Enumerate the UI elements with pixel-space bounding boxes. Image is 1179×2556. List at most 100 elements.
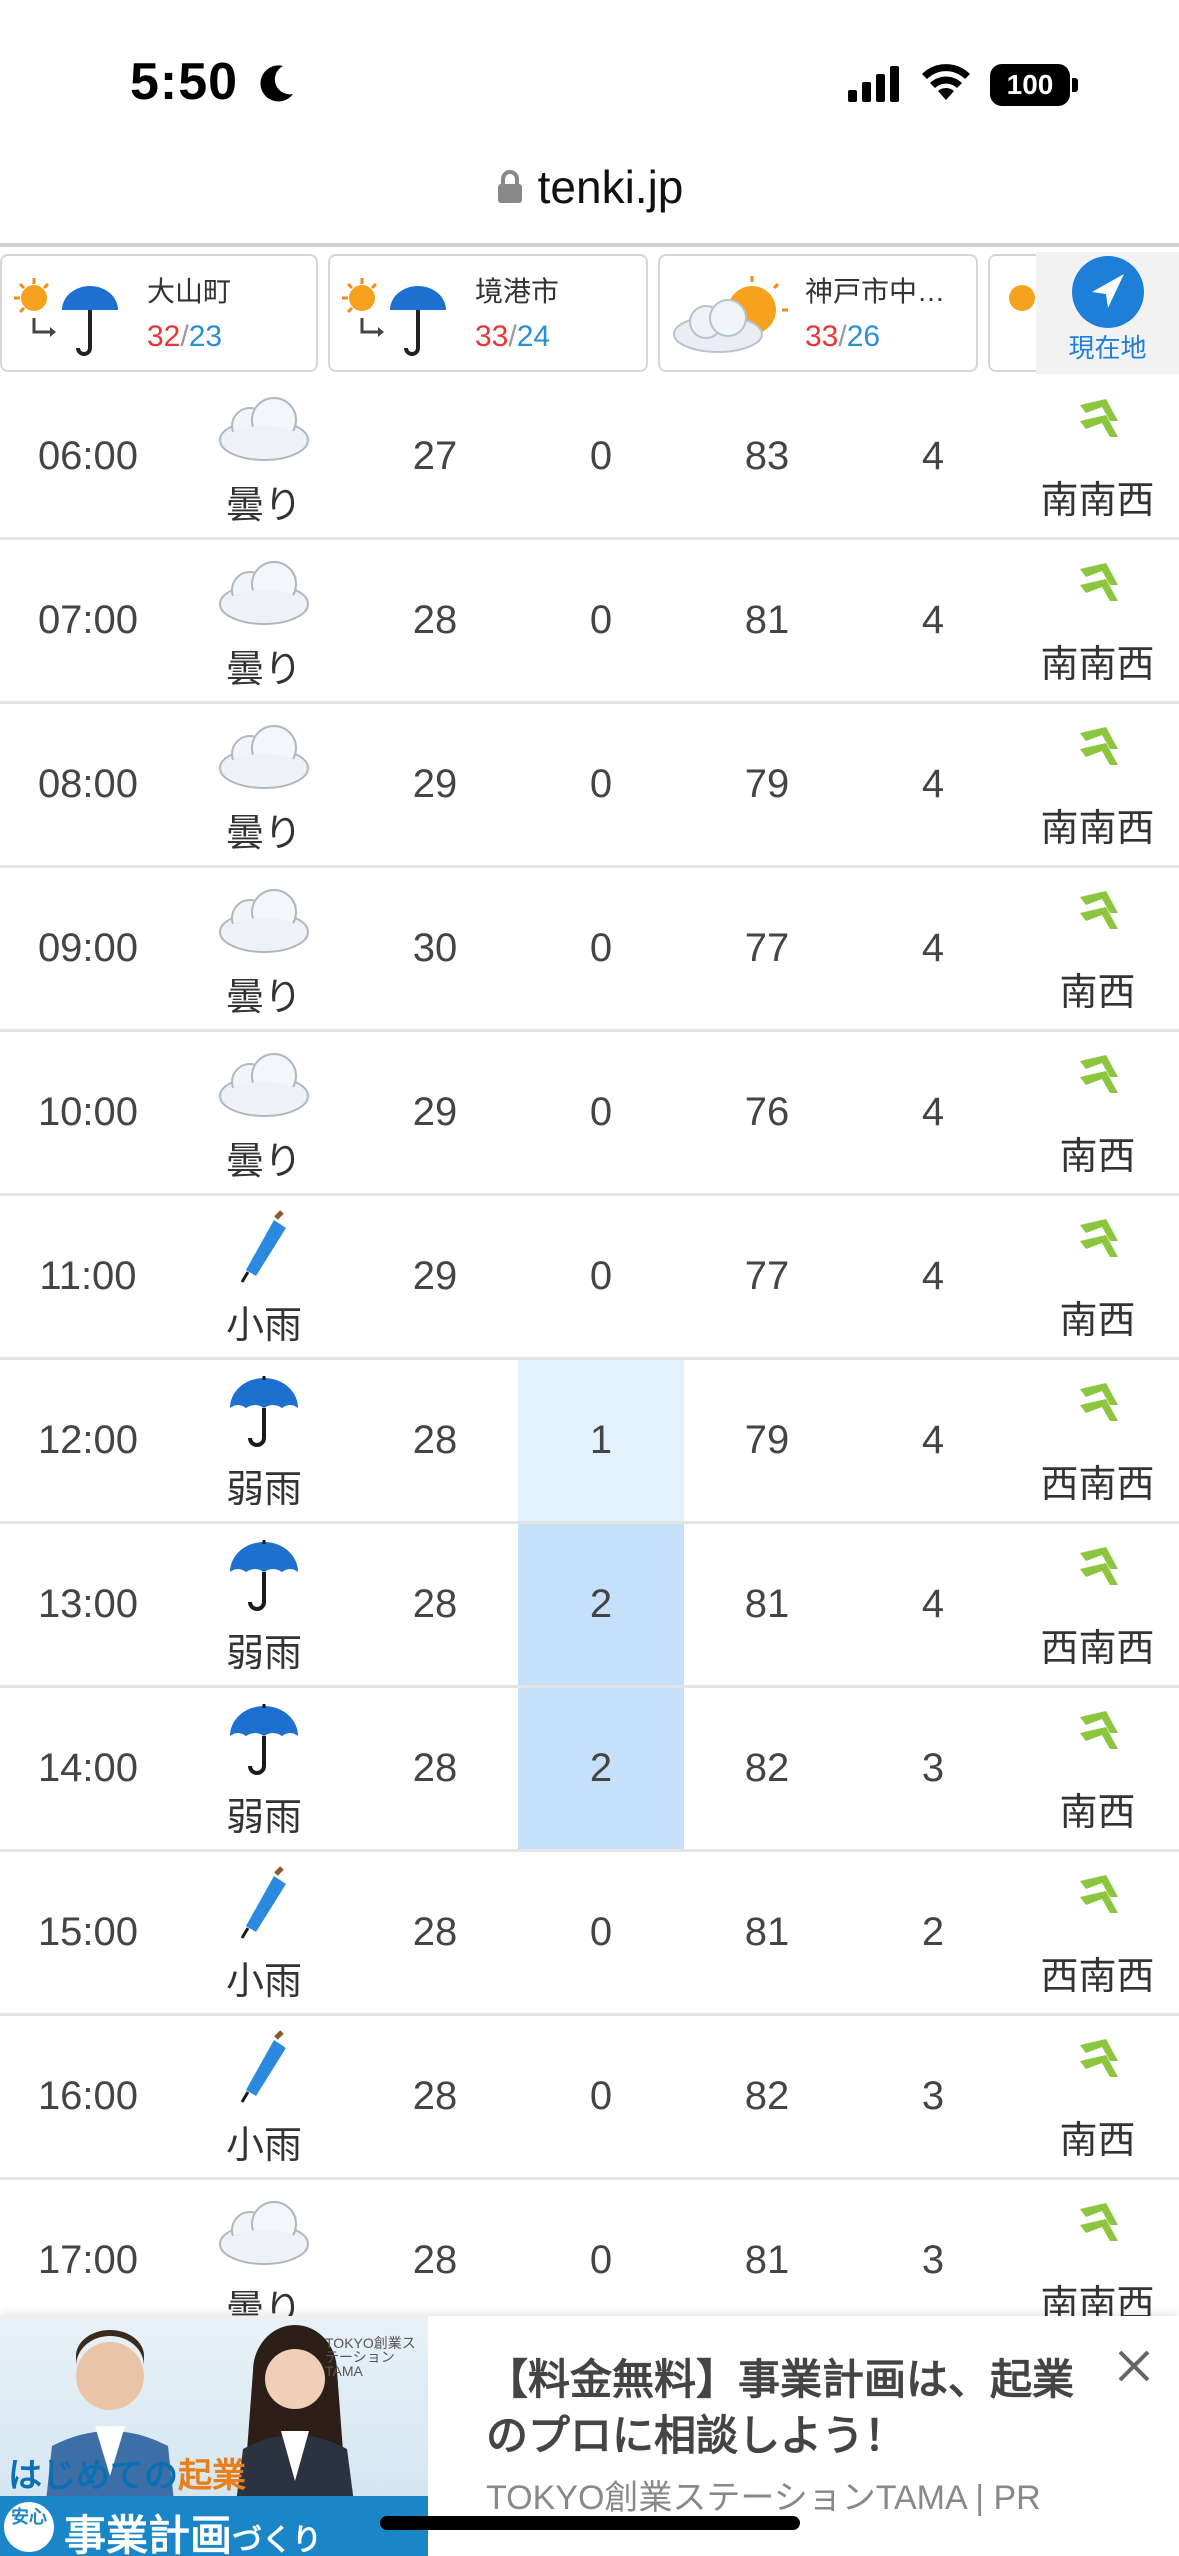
wind-arrow-icon xyxy=(1070,1865,1126,1929)
location-card[interactable]: 神戸市中… 33/26 xyxy=(658,254,978,372)
precipitation-cell: 0 xyxy=(589,762,613,806)
wind-speed-cell: 4 xyxy=(921,1254,945,1298)
wind-arrow-icon xyxy=(1070,2029,1126,2093)
high-temp: 33 xyxy=(475,320,509,353)
wind-direction-cell: 西南西 xyxy=(1016,1852,1179,2013)
wind-arrow-icon xyxy=(1070,881,1126,945)
weather-label: 弱雨 xyxy=(225,1797,302,1839)
ad-title[interactable]: 【料金無料】事業計画は、起業のプロに相談しよう！ xyxy=(486,2352,1086,2464)
wind-arrow-icon xyxy=(1070,1373,1126,1437)
wind-arrow-icon xyxy=(1070,2193,1126,2257)
low-temp: 26 xyxy=(846,320,881,353)
wind-direction-cell: 西南西 xyxy=(1016,1524,1179,1685)
ad-catch-line: 事業計画づくり xyxy=(64,2512,323,2556)
forecast-row: 14:00 弱雨 28 2 82 3 南西 xyxy=(0,1688,1179,1852)
location-temps: 32/23 xyxy=(147,320,223,353)
wind-direction-cell: 南西 xyxy=(1016,1196,1179,1357)
status-bar: 5:50 100 xyxy=(0,0,1179,150)
weather-cell: 曇り xyxy=(176,704,352,865)
wind-direction-label: 南西 xyxy=(1059,972,1136,1014)
forecast-row: 15:00 小雨 28 0 81 2 西南西 xyxy=(0,1852,1179,2016)
wind-arrow-icon xyxy=(1070,1209,1126,1273)
wind-speed-cell: 4 xyxy=(921,926,945,970)
location-name: 境港市 xyxy=(475,276,560,307)
close-icon[interactable] xyxy=(1110,2342,1158,2390)
umbrella-icon xyxy=(216,1532,312,1622)
wind-speed-cell: 3 xyxy=(921,1746,945,1790)
url-bar[interactable]: tenki.jp xyxy=(0,160,1179,220)
hour-cell: 10:00 xyxy=(37,1090,139,1134)
wind-speed-cell: 4 xyxy=(921,1418,945,1462)
wind-direction-label: 南西 xyxy=(1059,2120,1136,2162)
ad-image[interactable]: TOKYO創業ステーションTAMA はじめての起業 安心 事業計画づくり xyxy=(0,2316,428,2556)
wind-arrow-icon xyxy=(1070,389,1126,453)
temperature-cell: 27 xyxy=(412,434,458,478)
weather-cell: 小雨 xyxy=(176,1852,352,2013)
humidity-cell: 81 xyxy=(744,1910,790,1954)
current-location-label: 現在地 xyxy=(1068,333,1147,363)
current-location-button[interactable]: 現在地 xyxy=(1036,252,1179,374)
temperature-cell: 29 xyxy=(412,1090,458,1134)
wind-direction-label: 南南西 xyxy=(1040,808,1155,850)
hour-cell: 15:00 xyxy=(37,1910,139,1954)
wind-speed-cell: 4 xyxy=(921,1090,945,1134)
cloud-icon xyxy=(216,2188,312,2278)
home-indicator[interactable] xyxy=(380,2516,800,2530)
weather-cell: 曇り xyxy=(176,540,352,701)
moon-icon xyxy=(260,65,293,102)
wind-arrow-icon xyxy=(1070,1537,1126,1601)
wind-direction-label: 西南西 xyxy=(1040,1464,1155,1506)
location-card[interactable]: 境港市 33/24 xyxy=(328,254,648,372)
umbrella-icon xyxy=(216,1696,312,1786)
precipitation-cell: 0 xyxy=(589,1254,613,1298)
wind-arrow-icon xyxy=(1070,717,1126,781)
forecast-row: 11:00 小雨 29 0 77 4 南西 xyxy=(0,1196,1179,1360)
wind-direction-cell: 南西 xyxy=(1016,2016,1179,2177)
precipitation-cell: 0 xyxy=(589,598,613,642)
forecast-row: 06:00 曇り 27 0 83 4 南南西 xyxy=(0,376,1179,540)
wind-speed-cell: 4 xyxy=(921,1582,945,1626)
weather-cell: 弱雨 xyxy=(176,1524,352,1685)
location-cards: 大山町 32/23 境港市 33/24 神戸市中… 33/26 現在地 xyxy=(0,252,1179,374)
umbrella-icon xyxy=(216,1368,312,1458)
weather-label: 曇り xyxy=(225,485,302,527)
ad-catch-line: はじめての起業 xyxy=(8,2457,246,2495)
temperature-cell: 29 xyxy=(412,762,458,806)
weather-label: 小雨 xyxy=(225,1305,302,1347)
hour-cell: 08:00 xyxy=(37,762,139,806)
ad-anshin-badge: 安心 xyxy=(4,2502,54,2552)
location-card[interactable]: 大山町 32/23 xyxy=(0,254,318,372)
forecast-row: 16:00 小雨 28 0 82 3 南西 xyxy=(0,2016,1179,2180)
temperature-cell: 28 xyxy=(412,2074,458,2118)
forecast-row: 12:00 弱雨 28 1 79 4 西南西 xyxy=(0,1360,1179,1524)
wind-speed-cell: 4 xyxy=(921,434,945,478)
weather-label: 曇り xyxy=(225,813,302,855)
precipitation-cell: 0 xyxy=(589,434,613,478)
precipitation-cell: 0 xyxy=(589,2074,613,2118)
sun-then-umbrella-icon xyxy=(342,278,446,356)
precipitation-cell: 1 xyxy=(518,1360,684,1521)
location-name: 大山町 xyxy=(147,276,232,307)
precipitation-cell: 0 xyxy=(589,926,613,970)
weather-cell: 曇り xyxy=(176,376,352,537)
humidity-cell: 76 xyxy=(744,1090,790,1134)
weather-cell: 弱雨 xyxy=(176,1360,352,1521)
temperature-cell: 28 xyxy=(412,1746,458,1790)
hour-cell: 11:00 xyxy=(39,1254,137,1298)
cloud-icon xyxy=(216,876,312,966)
ad-source: TOKYO創業ステーションTAMA | PR xyxy=(486,2479,1041,2517)
wind-direction-label: 南南西 xyxy=(1040,644,1155,686)
wind-direction-cell: 南西 xyxy=(1016,1688,1179,1849)
hour-cell: 07:00 xyxy=(37,598,139,642)
humidity-cell: 81 xyxy=(744,598,790,642)
wind-direction-cell: 南西 xyxy=(1016,1032,1179,1193)
wifi-icon xyxy=(922,64,970,100)
weather-label: 曇り xyxy=(225,977,302,1019)
wind-direction-cell: 南南西 xyxy=(1016,540,1179,701)
weather-label: 小雨 xyxy=(225,2125,302,2167)
humidity-cell: 81 xyxy=(744,1582,790,1626)
forecast-row: 08:00 曇り 29 0 79 4 南南西 xyxy=(0,704,1179,868)
lock-icon xyxy=(497,170,522,203)
precipitation-cell: 0 xyxy=(589,1090,613,1134)
weather-label: 弱雨 xyxy=(225,1633,302,1675)
